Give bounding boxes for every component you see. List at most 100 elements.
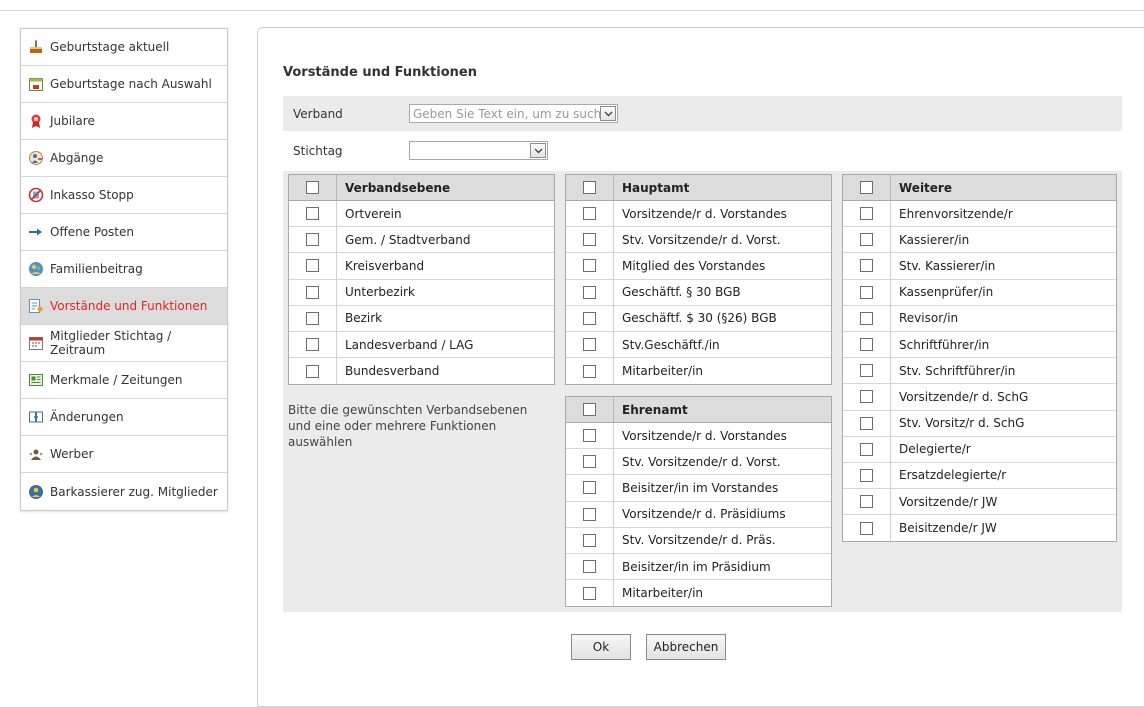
cancel-button[interactable]: Abbrechen [646, 634, 726, 660]
row-checkbox[interactable] [583, 429, 596, 443]
verband-row: Verband Geben Sie Text ein, um zu suchen [283, 96, 1122, 131]
stichtag-dropdown-button[interactable] [530, 143, 546, 158]
sidebar-item-mitglieder-stichtag-zeitraum[interactable]: Mitglieder Stichtag / Zeitraum [21, 325, 227, 362]
ehrenamt-table: Ehrenamt Vorsitzende/r d. Vorstandes Stv… [565, 396, 832, 608]
stichtag-row: Stichtag [283, 133, 1122, 168]
row-checkbox[interactable] [583, 481, 596, 495]
sidebar-item-label: Merkmale / Zeitungen [50, 373, 183, 387]
verband-input[interactable]: Geben Sie Text ein, um zu suchen [410, 107, 600, 121]
row-checkbox[interactable] [860, 338, 873, 352]
sidebar-item-merkmale-zeitungen[interactable]: Merkmale / Zeitungen [21, 362, 227, 399]
ok-button[interactable]: Ok [571, 634, 631, 660]
newspaper-icon [28, 372, 44, 388]
arrow-right-icon [28, 224, 44, 240]
table-row: Beisitzer/in im Vorstandes [566, 475, 831, 502]
row-checkbox[interactable] [860, 468, 873, 482]
verband-dropdown-button[interactable] [600, 106, 616, 121]
row-checkbox[interactable] [306, 259, 319, 273]
table-row: Mitglied des Vorstandes [566, 253, 831, 280]
row-checkbox[interactable] [860, 311, 873, 325]
row-checkbox[interactable] [306, 338, 319, 352]
table-row: Vorsitzende/r d. Vorstandes [566, 201, 831, 228]
sidebar-item-inkasso-stopp[interactable]: Inkasso Stopp [21, 177, 227, 214]
sidebar-item-label: Abgänge [50, 151, 104, 165]
row-checkbox[interactable] [860, 495, 873, 509]
row-checkbox[interactable] [860, 416, 873, 430]
cake-icon [28, 39, 44, 55]
row-checkbox[interactable] [860, 259, 873, 273]
row-label: Schriftführer/in [899, 337, 990, 352]
verbandsebene-table: Verbandsebene Ortverein Gem. / Stadtverb… [288, 174, 555, 386]
sidebar-item-vorstaende-und-funktionen[interactable]: Vorstände und Funktionen [21, 288, 227, 325]
sidebar-item-familienbeitrag[interactable]: Familienbeitrag [21, 251, 227, 288]
sidebar-item-aenderungen[interactable]: Änderungen [21, 399, 227, 436]
row-checkbox[interactable] [583, 311, 596, 325]
row-checkbox[interactable] [583, 455, 596, 469]
row-checkbox[interactable] [306, 364, 319, 378]
sidebar-item-label: Änderungen [50, 410, 124, 424]
sidebar-item-abgaenge[interactable]: Abgänge [21, 140, 227, 177]
table-row: Bezirk [289, 305, 554, 332]
row-checkbox[interactable] [583, 285, 596, 299]
table-row: Revisor/in [843, 305, 1116, 332]
row-label: Delegierte/r [899, 442, 971, 457]
row-checkbox[interactable] [583, 233, 596, 247]
family-icon [28, 261, 44, 277]
table-row: Stv.Geschäftf./in [566, 331, 831, 359]
select-all-checkbox[interactable] [860, 181, 873, 194]
row-checkbox[interactable] [860, 364, 873, 378]
sidebar-item-geburtstage-nach-auswahl[interactable]: Geburtstage nach Auswahl [21, 66, 227, 103]
verband-combobox[interactable]: Geben Sie Text ein, um zu suchen [409, 104, 618, 123]
select-all-checkbox[interactable] [583, 403, 596, 416]
select-all-checkbox[interactable] [306, 181, 319, 194]
table-header: Ehrenamt [566, 397, 831, 423]
sidebar-item-label: Vorstände und Funktionen [50, 299, 208, 313]
row-checkbox[interactable] [306, 311, 319, 325]
sidebar-item-barkassierer[interactable]: Barkassierer zug. Mitglieder [21, 473, 227, 510]
row-checkbox[interactable] [583, 364, 596, 378]
row-checkbox[interactable] [306, 233, 319, 247]
table-header: Weitere [843, 175, 1116, 201]
row-label: Bezirk [345, 311, 383, 326]
row-label: Kassierer/in [899, 232, 970, 247]
row-checkbox[interactable] [583, 207, 596, 221]
stichtag-label: Stichtag [293, 143, 343, 158]
row-checkbox[interactable] [583, 507, 596, 521]
sidebar-item-werber[interactable]: Werber [21, 436, 227, 473]
stichtag-combobox[interactable] [409, 141, 548, 160]
row-label: Gem. / Stadtverband [345, 232, 471, 247]
hauptamt-table: Hauptamt Vorsitzende/r d. Vorstandes Stv… [565, 174, 832, 386]
row-label: Stv. Vorsitz/r d. SchG [899, 416, 1025, 431]
row-checkbox[interactable] [583, 533, 596, 547]
row-checkbox[interactable] [860, 390, 873, 404]
row-checkbox[interactable] [583, 560, 596, 574]
row-checkbox[interactable] [860, 207, 873, 221]
sidebar-item-offene-posten[interactable]: Offene Posten [21, 214, 227, 251]
row-checkbox[interactable] [306, 285, 319, 299]
table-row: Stv. Vorsitzende/r d. Vorst. [566, 449, 831, 476]
row-checkbox[interactable] [860, 233, 873, 247]
sidebar-item-label: Jubilare [50, 114, 95, 128]
row-checkbox[interactable] [860, 285, 873, 299]
row-label: Ehrenvorsitzende/r [899, 206, 1013, 221]
table-row: Ersatzdelegierte/r [843, 462, 1116, 490]
table-header: Verbandsebene [289, 175, 554, 201]
table-row: Vorsitzende/r d. SchG [843, 384, 1116, 411]
row-label: Geschäftf. $ 30 (§26) BGB [622, 311, 777, 326]
sidebar-item-geburtstage-aktuell[interactable]: Geburtstage aktuell [21, 29, 227, 66]
table-row: Beisitzende/r JW [843, 515, 1116, 542]
row-checkbox[interactable] [860, 442, 873, 456]
row-checkbox[interactable] [306, 207, 319, 221]
table-row: Kassenprüfer/in [843, 279, 1116, 306]
row-label: Vorsitzende/r d. SchG [899, 389, 1029, 404]
recruiter-icon [28, 446, 44, 462]
row-checkbox[interactable] [860, 521, 873, 535]
row-checkbox[interactable] [583, 338, 596, 352]
sidebar-item-jubilare[interactable]: Jubilare [21, 103, 227, 140]
table-row: Mitarbeiter/in [566, 580, 831, 607]
row-checkbox[interactable] [583, 586, 596, 600]
row-checkbox[interactable] [583, 259, 596, 273]
top-divider [0, 10, 1144, 11]
row-label: Geschäftf. § 30 BGB [622, 285, 741, 300]
select-all-checkbox[interactable] [583, 181, 596, 194]
